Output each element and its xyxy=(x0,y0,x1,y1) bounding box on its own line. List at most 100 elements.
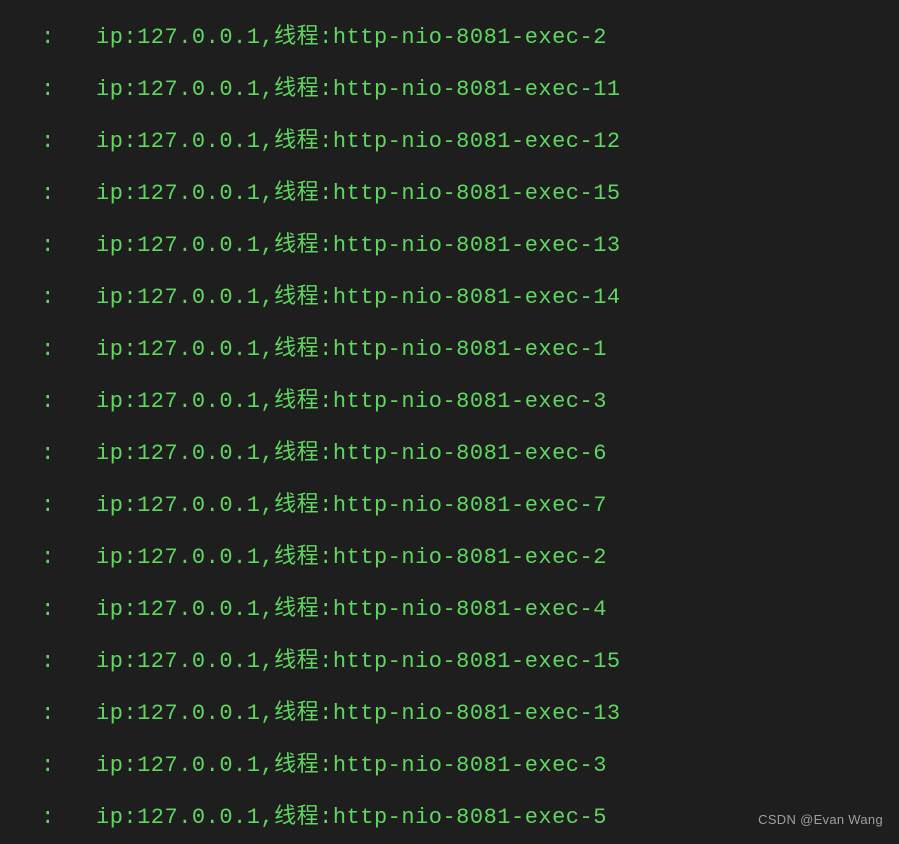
log-prefix: : xyxy=(0,688,96,740)
ip-label: ip: xyxy=(96,597,137,622)
ip-value: 127.0.0.1 xyxy=(137,389,260,414)
ip-label: ip: xyxy=(96,649,137,674)
thread-label: 线程 xyxy=(274,493,319,518)
separator: , xyxy=(260,181,274,206)
log-line: :ip:127.0.0.1,线程:http-nio-8081-exec-13 xyxy=(0,688,899,740)
log-content: ip:127.0.0.1,线程:http-nio-8081-exec-11 xyxy=(96,77,621,102)
ip-value: 127.0.0.1 xyxy=(137,77,260,102)
thread-value: http-nio-8081-exec-12 xyxy=(333,129,621,154)
ip-label: ip: xyxy=(96,77,137,102)
separator: , xyxy=(260,129,274,154)
separator: , xyxy=(260,25,274,50)
separator: , xyxy=(260,493,274,518)
thread-label: 线程 xyxy=(274,77,319,102)
thread-label: 线程 xyxy=(274,233,319,258)
log-prefix: : xyxy=(0,740,96,792)
log-content: ip:127.0.0.1,线程:http-nio-8081-exec-2 xyxy=(96,545,607,570)
thread-colon: : xyxy=(319,389,333,414)
thread-value: http-nio-8081-exec-13 xyxy=(333,233,621,258)
ip-label: ip: xyxy=(96,25,137,50)
log-prefix: : xyxy=(0,792,96,844)
thread-label: 线程 xyxy=(274,285,319,310)
ip-label: ip: xyxy=(96,805,137,830)
log-content: ip:127.0.0.1,线程:http-nio-8081-exec-15 xyxy=(96,181,621,206)
log-prefix: : xyxy=(0,532,96,584)
watermark-text: CSDN @Evan Wang xyxy=(758,812,883,827)
thread-label: 线程 xyxy=(274,805,319,830)
log-line: :ip:127.0.0.1,线程:http-nio-8081-exec-2 xyxy=(0,532,899,584)
separator: , xyxy=(260,701,274,726)
separator: , xyxy=(260,545,274,570)
ip-label: ip: xyxy=(96,389,137,414)
thread-colon: : xyxy=(319,597,333,622)
ip-value: 127.0.0.1 xyxy=(137,181,260,206)
thread-colon: : xyxy=(319,181,333,206)
thread-label: 线程 xyxy=(274,25,319,50)
log-line: :ip:127.0.0.1,线程:http-nio-8081-exec-13 xyxy=(0,220,899,272)
separator: , xyxy=(260,597,274,622)
ip-label: ip: xyxy=(96,285,137,310)
ip-label: ip: xyxy=(96,129,137,154)
ip-label: ip: xyxy=(96,701,137,726)
ip-label: ip: xyxy=(96,493,137,518)
thread-value: http-nio-8081-exec-15 xyxy=(333,181,621,206)
ip-value: 127.0.0.1 xyxy=(137,337,260,362)
thread-value: http-nio-8081-exec-15 xyxy=(333,649,621,674)
thread-colon: : xyxy=(319,441,333,466)
thread-colon: : xyxy=(319,649,333,674)
ip-value: 127.0.0.1 xyxy=(137,441,260,466)
log-line: :ip:127.0.0.1,线程:http-nio-8081-exec-11 xyxy=(0,64,899,116)
log-prefix: : xyxy=(0,480,96,532)
log-content: ip:127.0.0.1,线程:http-nio-8081-exec-6 xyxy=(96,441,607,466)
thread-value: http-nio-8081-exec-3 xyxy=(333,753,607,778)
ip-value: 127.0.0.1 xyxy=(137,129,260,154)
ip-value: 127.0.0.1 xyxy=(137,753,260,778)
ip-label: ip: xyxy=(96,337,137,362)
thread-value: http-nio-8081-exec-3 xyxy=(333,389,607,414)
ip-value: 127.0.0.1 xyxy=(137,285,260,310)
log-content: ip:127.0.0.1,线程:http-nio-8081-exec-5 xyxy=(96,805,607,830)
ip-label: ip: xyxy=(96,441,137,466)
log-prefix: : xyxy=(0,220,96,272)
separator: , xyxy=(260,805,274,830)
thread-colon: : xyxy=(319,493,333,518)
log-prefix: : xyxy=(0,168,96,220)
thread-value: http-nio-8081-exec-13 xyxy=(333,701,621,726)
ip-value: 127.0.0.1 xyxy=(137,805,260,830)
thread-label: 线程 xyxy=(274,129,319,154)
separator: , xyxy=(260,441,274,466)
thread-colon: : xyxy=(319,285,333,310)
ip-value: 127.0.0.1 xyxy=(137,233,260,258)
thread-colon: : xyxy=(319,233,333,258)
log-content: ip:127.0.0.1,线程:http-nio-8081-exec-13 xyxy=(96,701,621,726)
log-content: ip:127.0.0.1,线程:http-nio-8081-exec-15 xyxy=(96,649,621,674)
ip-value: 127.0.0.1 xyxy=(137,25,260,50)
thread-label: 线程 xyxy=(274,753,319,778)
log-line: :ip:127.0.0.1,线程:http-nio-8081-exec-3 xyxy=(0,740,899,792)
thread-label: 线程 xyxy=(274,441,319,466)
ip-value: 127.0.0.1 xyxy=(137,597,260,622)
log-line: :ip:127.0.0.1,线程:http-nio-8081-exec-3 xyxy=(0,376,899,428)
thread-value: http-nio-8081-exec-14 xyxy=(333,285,621,310)
log-line: :ip:127.0.0.1,线程:http-nio-8081-exec-2 xyxy=(0,12,899,64)
log-prefix: : xyxy=(0,272,96,324)
separator: , xyxy=(260,753,274,778)
ip-label: ip: xyxy=(96,181,137,206)
log-line: :ip:127.0.0.1,线程:http-nio-8081-exec-12 xyxy=(0,116,899,168)
log-line: :ip:127.0.0.1,线程:http-nio-8081-exec-1 xyxy=(0,324,899,376)
log-prefix: : xyxy=(0,428,96,480)
thread-colon: : xyxy=(319,701,333,726)
thread-value: http-nio-8081-exec-11 xyxy=(333,77,621,102)
ip-value: 127.0.0.1 xyxy=(137,649,260,674)
log-content: ip:127.0.0.1,线程:http-nio-8081-exec-13 xyxy=(96,233,621,258)
log-output: :ip:127.0.0.1,线程:http-nio-8081-exec-2:ip… xyxy=(0,0,899,844)
separator: , xyxy=(260,389,274,414)
log-line: :ip:127.0.0.1,线程:http-nio-8081-exec-6 xyxy=(0,428,899,480)
thread-colon: : xyxy=(319,805,333,830)
thread-label: 线程 xyxy=(274,181,319,206)
thread-label: 线程 xyxy=(274,389,319,414)
thread-label: 线程 xyxy=(274,545,319,570)
log-line: :ip:127.0.0.1,线程:http-nio-8081-exec-15 xyxy=(0,636,899,688)
separator: , xyxy=(260,337,274,362)
thread-label: 线程 xyxy=(274,701,319,726)
